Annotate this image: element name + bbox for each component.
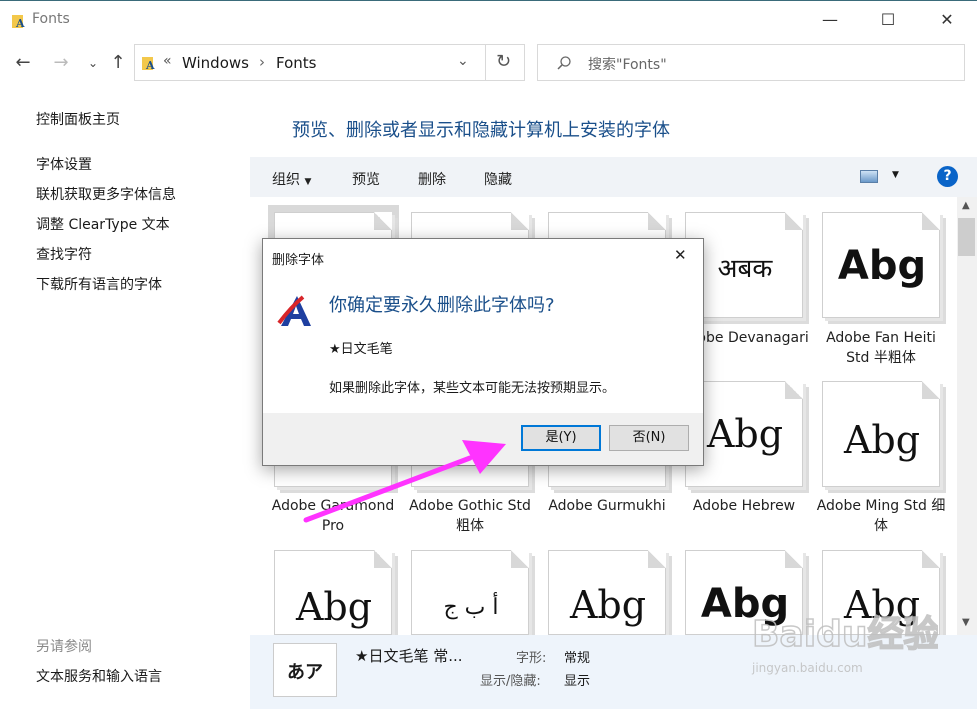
font-preview-glyph: Abg: [837, 243, 927, 289]
sidebar-link-find-character[interactable]: 查找字符: [36, 244, 92, 264]
minimize-button[interactable]: —: [818, 9, 842, 33]
selected-font-thumbnail: あア: [273, 643, 337, 697]
style-value: 常规: [564, 651, 591, 666]
selected-font-glyph: あア: [287, 662, 323, 683]
dialog-close-button[interactable]: ✕: [674, 246, 687, 264]
delete-button[interactable]: 删除: [418, 169, 446, 189]
yes-button[interactable]: 是(Y): [521, 425, 601, 451]
dialog-question: 你确定要永久删除此字体吗?: [329, 295, 555, 316]
hide-button[interactable]: 隐藏: [484, 169, 512, 189]
sidebar-link-online-info[interactable]: 联机获取更多字体信息: [36, 184, 176, 204]
up-arrow-icon[interactable]: ↑: [107, 52, 129, 74]
sidebar-link-cleartype[interactable]: 调整 ClearType 文本: [36, 214, 170, 234]
sidebar-home-link[interactable]: 控制面板主页: [36, 109, 120, 129]
no-button[interactable]: 否(N): [609, 425, 689, 451]
recent-locations-chevron-icon[interactable]: ⌄: [82, 52, 104, 74]
font-tile[interactable]: أ ب ج: [411, 550, 529, 635]
style-label: 字形:: [516, 651, 547, 666]
font-tile-adobe-ming[interactable]: Abg: [822, 381, 940, 487]
font-tile[interactable]: Abg: [548, 550, 666, 635]
dialog-font-name: ★日文毛笔: [329, 342, 393, 357]
maximize-button[interactable]: ☐: [876, 9, 900, 33]
scroll-down-icon[interactable]: ▼: [962, 617, 970, 628]
fonts-folder-icon: A: [12, 15, 25, 29]
breadcrumb-overflow[interactable]: «: [163, 53, 172, 69]
breadcrumb-windows[interactable]: Windows: [182, 54, 249, 72]
font-name-label: Adobe Hebrew: [692, 498, 796, 514]
annotation-arrow: [303, 440, 506, 523]
organize-label: 组织: [272, 172, 300, 188]
font-preview-glyph: Abg: [569, 583, 647, 627]
svg-text:jingyan.baidu.com: jingyan.baidu.com: [751, 661, 863, 675]
font-preview-glyph: أ ب ج: [443, 595, 499, 620]
command-toolbar: 组织 ▼ 预览 删除 隐藏 ▼ ?: [250, 157, 977, 197]
organize-dropdown-icon: ▼: [304, 177, 312, 187]
scroll-up-icon[interactable]: ▲: [962, 200, 970, 211]
font-file-icon: [277, 295, 311, 326]
view-options-icon[interactable]: [860, 170, 878, 183]
page-heading: 预览、删除或者显示和隐藏计算机上安装的字体: [292, 120, 670, 141]
fonts-folder-icon: A: [142, 57, 155, 71]
font-name-label: Adobe Ming Std 细体: [816, 498, 946, 534]
font-name-label: Adobe Gurmukhi: [548, 498, 666, 514]
view-dropdown-icon[interactable]: ▼: [892, 170, 899, 180]
svg-text:A: A: [15, 17, 25, 29]
title-bar: A Fonts — ☐ ✕: [0, 0, 977, 40]
breadcrumb-separator: ›: [259, 53, 265, 71]
font-tile[interactable]: Abg: [274, 550, 392, 635]
svg-text:A: A: [145, 59, 155, 71]
font-preview-glyph: Abg: [295, 585, 373, 629]
scrollbar-thumb[interactable]: [958, 218, 975, 256]
visibility-label: 显示/隐藏:: [480, 674, 541, 689]
selected-font-name: ★日文毛笔 常...: [355, 647, 463, 665]
visibility-value: 显示: [564, 674, 591, 689]
sidebar-link-font-settings[interactable]: 字体设置: [36, 154, 92, 174]
back-arrow-icon[interactable]: ←: [12, 52, 34, 74]
font-preview-glyph: Abg: [843, 418, 921, 462]
window-title: Fonts: [32, 11, 70, 27]
sidebar-link-download-fonts[interactable]: 下载所有语言的字体: [36, 274, 162, 294]
refresh-button[interactable]: ↻: [486, 44, 525, 81]
forward-arrow-icon[interactable]: →: [50, 52, 72, 74]
font-tile-adobe-fan-heiti[interactable]: Abg: [822, 212, 940, 318]
search-placeholder: 搜索"Fonts": [588, 57, 667, 73]
svg-text:Baidu经验: Baidu经验: [752, 614, 938, 655]
help-icon[interactable]: ?: [937, 166, 958, 187]
address-bar[interactable]: A « Windows › Fonts ⌄: [134, 44, 486, 81]
sidebar-link-text-services[interactable]: 文本服务和输入语言: [36, 666, 162, 686]
breadcrumb-fonts[interactable]: Fonts: [276, 54, 316, 72]
vertical-scrollbar[interactable]: [957, 197, 977, 635]
dialog-title: 删除字体: [272, 253, 325, 268]
search-input[interactable]: 搜索"Fonts": [537, 44, 965, 81]
dialog-warning: 如果删除此字体，某些文本可能无法按预期显示。: [329, 381, 616, 396]
font-name-label: Adobe Fan Heiti Std 半粗体: [826, 330, 936, 366]
preview-button[interactable]: 预览: [352, 169, 380, 189]
baidu-jingyan-watermark: Baidu经验 jingyan.baidu.com: [751, 613, 938, 675]
close-button[interactable]: ✕: [935, 9, 959, 33]
address-dropdown-chevron-icon[interactable]: ⌄: [457, 53, 469, 69]
refresh-icon: ↻: [496, 51, 512, 72]
organize-menu-button[interactable]: 组织 ▼: [272, 169, 311, 189]
see-also-heading: 另请参阅: [36, 639, 92, 655]
search-icon: [557, 56, 571, 70]
